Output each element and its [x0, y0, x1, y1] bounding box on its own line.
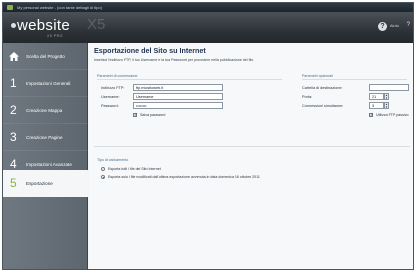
export-all-radio[interactable]	[101, 167, 105, 171]
sidebar-item-label: Impostazioni Avanzate	[26, 162, 72, 167]
optional-group-title: Parametri opzionali	[302, 74, 333, 78]
page-title: Esportazione del Sito su Internet	[94, 46, 206, 55]
divider	[302, 79, 407, 80]
ftp-address-input[interactable]	[133, 84, 223, 91]
sidebar-item-export[interactable]: 5 Esportazione	[3, 170, 88, 197]
export-all-label: Esporta tutti i file del Sito Internet	[108, 167, 161, 171]
sidebar-item-project[interactable]: Scelta del Progetto	[3, 43, 88, 70]
username-input[interactable]	[133, 93, 223, 100]
sidebar-item-label: Esportazione	[26, 181, 53, 186]
sidebar-item-label: Scelta del Progetto	[26, 54, 65, 59]
main-panel: Esportazione del Sito su Internet Inseri…	[89, 43, 413, 269]
save-password-label: Salva password	[140, 113, 166, 117]
destination-folder-label: Cartella di destinazione:	[302, 86, 343, 90]
divider	[94, 146, 410, 147]
app-header: website X5 PRO X5 ? Aiuto ?	[3, 12, 413, 43]
save-password-checkbox[interactable]: ✓	[133, 113, 137, 117]
app-icon	[7, 5, 13, 10]
port-label: Porta:	[302, 95, 313, 99]
logo-subtitle: X5 PRO	[47, 34, 63, 38]
title-bar: My personal website - (con tante dettagl…	[3, 3, 413, 12]
step-number: 4	[10, 157, 17, 171]
divider	[97, 79, 282, 80]
logo-watermark: X5	[87, 16, 106, 33]
export-type-group-title: Tipo di caricamento	[97, 158, 129, 162]
connections-label: Connessioni simultanee:	[302, 104, 344, 108]
port-input[interactable]	[369, 93, 384, 100]
port-stepper[interactable]: ▴ ▾	[384, 93, 389, 100]
logo-mark-icon	[11, 23, 16, 28]
sidebar: Scelta del Progetto 1 Impostazioni Gener…	[3, 43, 88, 269]
app-window: My personal website - (con tante dettagl…	[2, 2, 414, 270]
logo: website	[17, 17, 70, 34]
ftp-address-label: Indirizzo FTP:	[101, 86, 125, 90]
home-icon	[9, 52, 19, 61]
sidebar-item-general[interactable]: 1 Impostazioni Generali	[3, 70, 88, 97]
destination-folder-input[interactable]	[369, 84, 409, 91]
connections-stepper[interactable]: ▴ ▾	[384, 102, 389, 109]
help-icon[interactable]: ?	[378, 22, 387, 31]
sidebar-item-map[interactable]: 2 Creazione Mappa	[3, 97, 88, 124]
step-number: 1	[10, 76, 17, 90]
passive-ftp-checkbox[interactable]: ✓	[369, 113, 373, 117]
step-number: 2	[10, 103, 17, 117]
passive-ftp-label: Utilizza FTP passivo	[376, 113, 409, 117]
sidebar-item-label: Impostazioni Generali	[26, 81, 71, 86]
help-label[interactable]: Aiuto	[390, 23, 399, 28]
export-modified-radio[interactable]	[101, 175, 105, 179]
connection-group-title: Parametri di connessione	[97, 74, 138, 78]
password-label: Password:	[101, 104, 119, 108]
step-number: 3	[10, 130, 17, 144]
sidebar-item-label: Creazione Mappa	[26, 108, 63, 113]
sidebar-item-pages[interactable]: 3 Creazione Pagine	[3, 124, 88, 151]
sidebar-item-label: Creazione Pagine	[26, 135, 63, 140]
window-title: My personal website - (con tante dettagl…	[17, 5, 102, 10]
password-input[interactable]	[133, 102, 223, 109]
info-icon[interactable]: ?	[407, 22, 410, 28]
connections-input[interactable]	[369, 102, 384, 109]
export-modified-label: Esporta solo i file modificati dall'ulti…	[108, 175, 260, 179]
username-label: Username:	[101, 95, 120, 99]
page-description: Inserisci l'indirizzo FTP, il tuo Userna…	[94, 58, 255, 62]
step-number: 5	[10, 176, 17, 190]
